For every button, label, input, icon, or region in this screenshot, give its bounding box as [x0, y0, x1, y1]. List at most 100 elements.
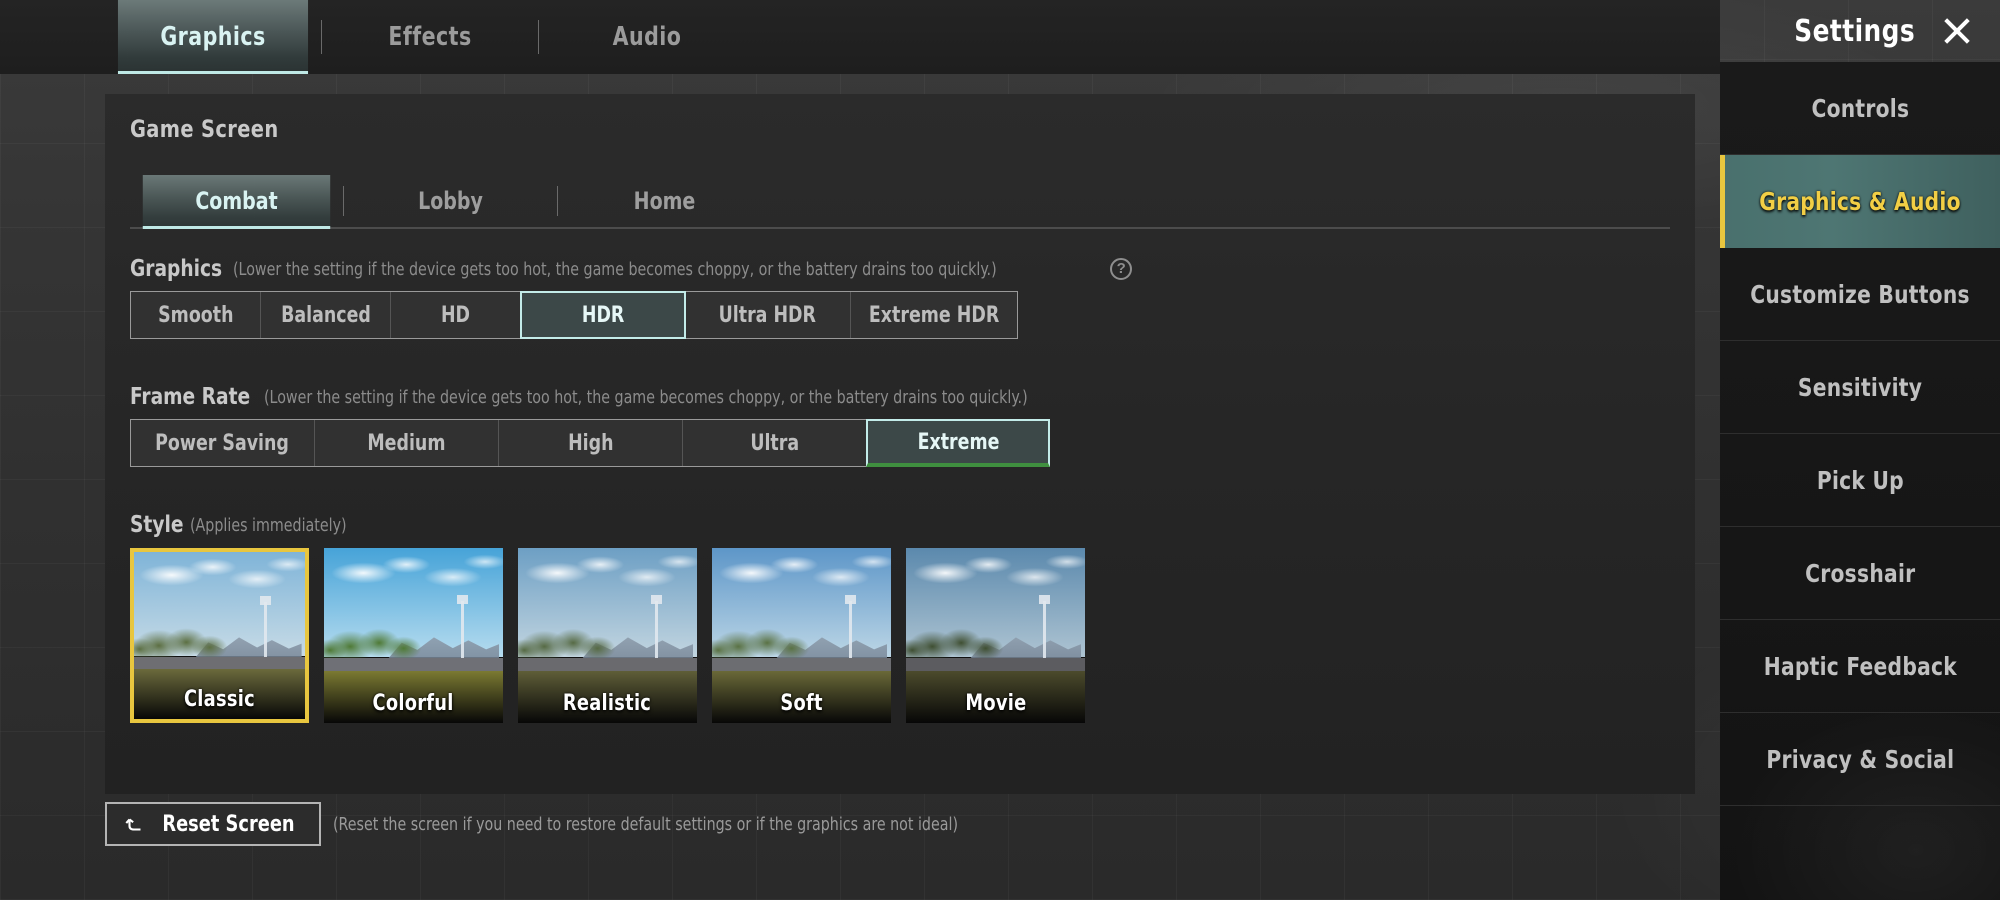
sidebar-item-crosshair[interactable]: Crosshair: [1720, 527, 2000, 620]
graphics-option-ultra-hdr[interactable]: Ultra HDR: [685, 292, 851, 338]
sidebar-item-label: Privacy & Social: [1766, 744, 1954, 774]
thumbnail-clouds: [324, 551, 503, 622]
tab-audio-label: Audio: [612, 22, 682, 52]
game-screen-heading: Game Screen: [130, 115, 279, 143]
graphics-quality-selector: Smooth Balanced HD HDR Ultra HDR Extreme HDR: [130, 291, 1018, 339]
thumbnail-road: [906, 658, 1085, 671]
tab-effects[interactable]: Effects: [335, 0, 525, 74]
thumbnail-tower-top: [844, 594, 856, 604]
thumbnail-treeline: [906, 618, 1010, 664]
framerate-selector: Power Saving Medium High Ultra Extreme: [130, 419, 1050, 467]
thumbnail-tower-top: [260, 596, 272, 606]
reset-screen-row: Reset Screen (Reset the screen if you ne…: [105, 802, 1043, 846]
tab-graphics-label: Graphics: [160, 22, 266, 52]
framerate-option-ultra[interactable]: Ultra: [683, 420, 867, 466]
settings-sidebar: Settings Controls Graphics & Audio Customi…: [1720, 0, 2000, 900]
graphics-option-hd[interactable]: HD: [391, 292, 521, 338]
sidebar-item-customize-buttons[interactable]: Customize Buttons: [1720, 248, 2000, 341]
style-card-label: Classic: [184, 687, 255, 712]
settings-screen: Graphics Effects Audio Game Screen Comba…: [0, 0, 2000, 900]
sidebar-item-label: Sensitivity: [1797, 372, 1923, 402]
thumbnail-road: [518, 658, 697, 671]
sidebar-item-label: Crosshair: [1804, 558, 1916, 588]
style-card-label: Movie: [964, 691, 1027, 716]
help-circle-icon[interactable]: ?: [1110, 258, 1133, 280]
thumbnail-tower-top: [650, 594, 662, 604]
thumbnail-road: [712, 658, 891, 671]
game-screen-tabs: Combat Lobby Home: [130, 175, 1670, 229]
thumbnail-radio-tower: [1038, 594, 1050, 664]
style-card-label: Soft: [780, 691, 823, 716]
framerate-option-extreme[interactable]: Extreme: [866, 419, 1050, 467]
tab-audio[interactable]: Audio: [552, 0, 742, 74]
thumbnail-treeline: [518, 618, 622, 664]
thumbnail-clouds: [134, 555, 305, 623]
reset-screen-button[interactable]: Reset Screen: [105, 802, 321, 846]
sidebar-item-sensitivity[interactable]: Sensitivity: [1720, 341, 2000, 434]
option-label: Medium: [367, 430, 446, 456]
thumbnail-road: [134, 657, 305, 669]
framerate-header: Frame Rate (Lower the setting if the dev…: [130, 384, 1132, 410]
thumbnail-clouds: [906, 551, 1085, 622]
subtab-home-label: Home: [633, 187, 696, 215]
framerate-option-block: Frame Rate (Lower the setting if the dev…: [130, 384, 1132, 467]
style-card-label: Realistic: [563, 691, 652, 716]
framerate-option-medium[interactable]: Medium: [315, 420, 499, 466]
option-label: Ultra: [750, 430, 799, 456]
style-option-block: Style (Applies immediately) Classic Color…: [130, 512, 1085, 723]
thumbnail-clouds: [712, 551, 891, 622]
graphics-option-smooth[interactable]: Smooth: [131, 292, 261, 338]
sidebar-item-controls[interactable]: Controls: [1720, 62, 2000, 155]
page-title: Settings: [1793, 13, 1915, 49]
option-label: Power Saving: [155, 430, 290, 456]
sidebar-item-label: Haptic Feedback: [1763, 651, 1957, 681]
style-card-soft[interactable]: Soft: [712, 548, 891, 723]
sidebar-item-graphics-audio[interactable]: Graphics & Audio: [1720, 155, 2000, 248]
graphics-header: Graphics (Lower the setting if the devic…: [130, 256, 1133, 282]
style-card-label: Colorful: [372, 691, 455, 716]
style-thumbnail-row: Classic Colorful Realistic Soft Movie: [130, 548, 1085, 723]
graphics-option-extreme-hdr[interactable]: Extreme HDR: [851, 292, 1017, 338]
subtab-divider: [557, 186, 558, 216]
graphics-settings-panel: Game Screen Combat Lobby Home Graphics (…: [105, 94, 1695, 794]
subtab-combat-label: Combat: [195, 187, 278, 215]
subtab-home[interactable]: Home: [571, 175, 758, 227]
graphics-option-balanced[interactable]: Balanced: [261, 292, 391, 338]
style-card-movie[interactable]: Movie: [906, 548, 1085, 723]
reset-screen-hint: (Reset the screen if you need to restore…: [332, 813, 958, 835]
option-label: HDR: [581, 302, 625, 328]
style-label: Style: [130, 512, 184, 538]
framerate-option-high[interactable]: High: [499, 420, 683, 466]
sidebar-item-privacy-social[interactable]: Privacy & Social: [1720, 713, 2000, 806]
close-icon[interactable]: [1940, 14, 1974, 48]
subtab-combat[interactable]: Combat: [142, 175, 331, 229]
graphics-option-hdr[interactable]: HDR: [520, 291, 686, 339]
tab-graphics[interactable]: Graphics: [117, 0, 309, 74]
graphics-option-block: Graphics (Lower the setting if the devic…: [130, 256, 1133, 339]
tab-divider: [538, 20, 539, 54]
thumbnail-tower-top: [1038, 594, 1050, 604]
sidebar-item-haptic-feedback[interactable]: Haptic Feedback: [1720, 620, 2000, 713]
framerate-option-power-saving[interactable]: Power Saving: [131, 420, 315, 466]
sidebar-item-label: Customize Buttons: [1750, 279, 1970, 309]
sidebar-item-pick-up[interactable]: Pick Up: [1720, 434, 2000, 527]
framerate-hint: (Lower the setting if the device gets to…: [264, 386, 1029, 408]
option-label: Extreme HDR: [868, 302, 1000, 328]
sidebar-item-label: Controls: [1811, 93, 1909, 123]
subtab-lobby[interactable]: Lobby: [357, 175, 544, 227]
style-card-realistic[interactable]: Realistic: [518, 548, 697, 723]
reset-arrow-icon: [125, 818, 141, 831]
thumbnail-radio-tower: [456, 594, 468, 664]
style-card-colorful[interactable]: Colorful: [324, 548, 503, 723]
thumbnail-radio-tower: [260, 596, 272, 663]
style-card-classic[interactable]: Classic: [130, 548, 309, 723]
option-label: Ultra HDR: [718, 302, 817, 328]
thumbnail-treeline: [134, 618, 234, 663]
subtab-lobby-label: Lobby: [418, 187, 483, 215]
style-header: Style (Applies immediately): [130, 512, 1085, 538]
thumbnail-tower-top: [456, 594, 468, 604]
sidebar-menu: Controls Graphics & Audio Customize Button…: [1720, 62, 2000, 900]
tab-effects-label: Effects: [388, 22, 472, 52]
thumbnail-radio-tower: [650, 594, 662, 664]
thumbnail-treeline: [324, 618, 428, 664]
